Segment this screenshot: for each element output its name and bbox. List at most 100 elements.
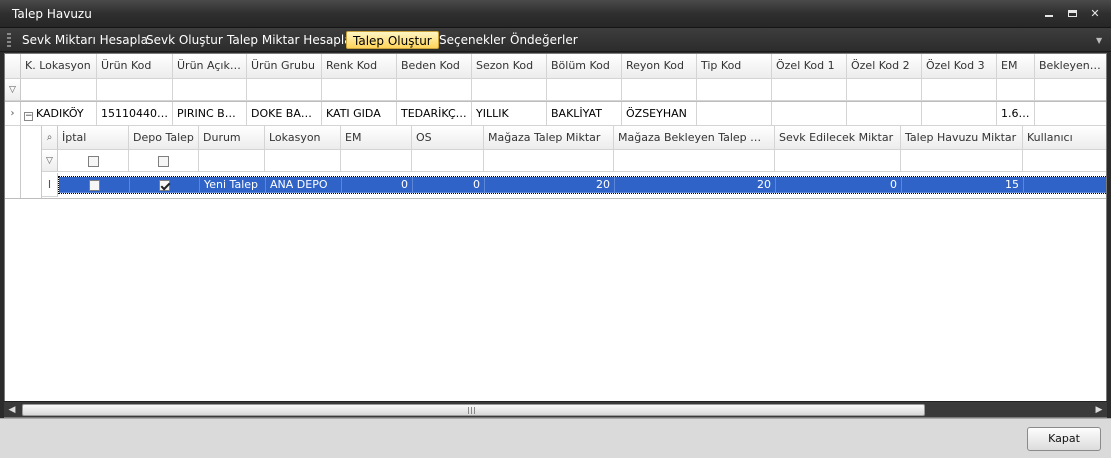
col-em-detail[interactable]: EM <box>341 126 412 150</box>
col-reyon-kod[interactable]: Reyon Kod <box>622 54 697 79</box>
col-bekleyen-siparis[interactable]: Bekleyen Sipa <box>1035 54 1106 79</box>
cell-reyon-kod[interactable]: ÖZSEYHAN <box>622 102 697 126</box>
cell-ozel-kod-3[interactable] <box>922 102 997 126</box>
col-magaza-bekleyen-talep-miktar[interactable]: Mağaza Bekleyen Talep Miktar <box>614 126 775 150</box>
col-urun-kod[interactable]: Ürün Kod <box>97 54 173 79</box>
filter-cell[interactable] <box>922 79 997 101</box>
filter-cell[interactable] <box>173 79 247 101</box>
menu-secenekler[interactable]: Seçenekler <box>433 31 512 49</box>
col-os[interactable]: OS <box>412 126 484 150</box>
cell-iptal[interactable] <box>59 177 130 193</box>
col-kullanici[interactable]: Kullanıcı <box>1023 126 1106 150</box>
menu-ondegerler[interactable]: Öndeğerler <box>504 31 584 49</box>
col-sezon-kod[interactable]: Sezon Kod <box>472 54 547 79</box>
filter-cell[interactable] <box>265 150 341 172</box>
search-icon[interactable]: ⌕ <box>42 126 58 150</box>
col-k-lokasyon[interactable]: K. Lokasyon <box>21 54 97 79</box>
filter-cell[interactable] <box>772 79 847 101</box>
col-iptal[interactable]: İptal <box>58 126 129 150</box>
cell-ozel-kod-1[interactable] <box>772 102 847 126</box>
menu-sevk-olustur[interactable]: Sevk Oluştur <box>140 31 229 49</box>
horizontal-scrollbar[interactable]: ◀ ▶ <box>4 401 1107 417</box>
cell-os[interactable]: 0 <box>413 177 485 193</box>
cell-depo-talep[interactable] <box>130 177 200 193</box>
filter-iptal[interactable] <box>58 150 129 172</box>
cell-em[interactable]: 1.622 <box>997 102 1035 126</box>
filter-cell[interactable] <box>412 150 484 172</box>
collapse-icon[interactable]: − <box>24 112 33 121</box>
filter-cell[interactable] <box>547 79 622 101</box>
filter-cell[interactable] <box>247 79 322 101</box>
filter-cell[interactable] <box>484 150 614 172</box>
col-bolum-kod[interactable]: Bölüm Kod <box>547 54 622 79</box>
col-ozel-kod-1[interactable]: Özel Kod 1 <box>772 54 847 79</box>
cell-urun-aciklama[interactable]: PIRINC BAL... <box>173 102 247 126</box>
col-talep-havuzu-miktar[interactable]: Talep Havuzu Miktar <box>901 126 1023 150</box>
filter-cell[interactable] <box>775 150 901 172</box>
menu-talep-miktar-hesapla[interactable]: Talep Miktar Hesapla <box>221 31 358 49</box>
selected-row[interactable]: Yeni Talep ANA DEPO 0 0 20 20 0 15 <box>58 176 1106 194</box>
cell-magaza-talep-miktar[interactable]: 20 <box>485 177 615 193</box>
scroll-right-icon[interactable]: ▶ <box>1091 402 1107 418</box>
filter-cell[interactable] <box>322 79 397 101</box>
table-row[interactable]: I Yeni Talep ANA DEPO 0 0 20 20 0 15 <box>42 173 1106 197</box>
col-urun-aciklama[interactable]: Ürün Açıkla... <box>173 54 247 79</box>
kapat-button[interactable]: Kapat <box>1027 427 1101 451</box>
col-urun-grubu[interactable]: Ürün Grubu <box>247 54 322 79</box>
filter-cell[interactable] <box>901 150 1023 172</box>
filter-cell[interactable] <box>697 79 772 101</box>
filter-cell[interactable] <box>1023 150 1106 172</box>
scroll-left-icon[interactable]: ◀ <box>4 402 20 418</box>
col-magaza-talep-miktar[interactable]: Mağaza Talep Miktar <box>484 126 614 150</box>
cell-durum[interactable]: Yeni Talep <box>200 177 266 193</box>
col-durum[interactable]: Durum <box>199 126 265 150</box>
col-ozel-kod-3[interactable]: Özel Kod 3 <box>922 54 997 79</box>
filter-depo-talep[interactable] <box>129 150 199 172</box>
cell-k-lokasyon[interactable]: − KADIKÖY <box>21 102 97 126</box>
close-window-button[interactable]: ✕ <box>1086 6 1104 22</box>
filter-cell[interactable] <box>199 150 265 172</box>
cell-sezon-kod[interactable]: YILLIK <box>472 102 547 126</box>
filter-cell[interactable] <box>397 79 472 101</box>
filter-checkbox[interactable] <box>158 155 169 167</box>
menu-talep-olustur[interactable]: Talep Oluştur <box>346 31 439 49</box>
filter-cell[interactable] <box>21 79 97 101</box>
filter-cell[interactable] <box>97 79 173 101</box>
cell-tip-kod[interactable] <box>697 102 772 126</box>
cell-urun-kod[interactable]: 1511044004 <box>97 102 173 126</box>
filter-cell[interactable] <box>1035 79 1106 101</box>
cell-urun-grubu[interactable]: DOKE BAKL... <box>247 102 322 126</box>
scrollbar-thumb[interactable] <box>22 404 925 416</box>
col-renk-kod[interactable]: Renk Kod <box>322 54 397 79</box>
cell-lokasyon[interactable]: ANA DEPO <box>266 177 342 193</box>
filter-cell[interactable] <box>997 79 1035 101</box>
col-em[interactable]: EM <box>997 54 1035 79</box>
cell-sevk-edilecek-miktar[interactable]: 0 <box>776 177 902 193</box>
filter-cell[interactable] <box>472 79 547 101</box>
col-beden-kod[interactable]: Beden Kod <box>397 54 472 79</box>
col-tip-kod[interactable]: Tip Kod <box>697 54 772 79</box>
minimize-button[interactable] <box>1040 6 1058 22</box>
cell-em-detail[interactable]: 0 <box>342 177 413 193</box>
col-ozel-kod-2[interactable]: Özel Kod 2 <box>847 54 922 79</box>
cell-beden-kod[interactable]: TEDARİKÇİ ... <box>397 102 472 126</box>
filter-cell[interactable] <box>622 79 697 101</box>
col-sevk-edilecek-miktar[interactable]: Sevk Edilecek Miktar <box>775 126 901 150</box>
menu-sevk-miktari-hesapla[interactable]: Sevk Miktarı Hesapla <box>16 31 154 49</box>
toolbar-grip-icon[interactable] <box>7 33 11 47</box>
iptal-checkbox[interactable] <box>88 179 100 191</box>
cell-ozel-kod-2[interactable] <box>847 102 922 126</box>
filter-cell[interactable] <box>614 150 775 172</box>
cell-kullanici[interactable] <box>1024 177 1106 193</box>
cell-magaza-bekleyen-talep-miktar[interactable]: 20 <box>615 177 776 193</box>
maximize-button[interactable] <box>1063 6 1081 22</box>
filter-cell[interactable] <box>341 150 412 172</box>
chevron-down-icon[interactable]: ▼ <box>1096 36 1102 45</box>
cell-bolum-kod[interactable]: BAKLİYAT <box>547 102 622 126</box>
filter-cell[interactable] <box>847 79 922 101</box>
cell-renk-kod[interactable]: KATI GIDA <box>322 102 397 126</box>
cell-bekleyen-siparis[interactable] <box>1035 102 1106 126</box>
table-row[interactable]: › − KADIKÖY 1511044004 PIRINC BAL... DOKE… <box>5 102 1106 126</box>
depo-talep-checkbox[interactable] <box>159 179 170 191</box>
col-depo-talep[interactable]: Depo Talep <box>129 126 199 150</box>
